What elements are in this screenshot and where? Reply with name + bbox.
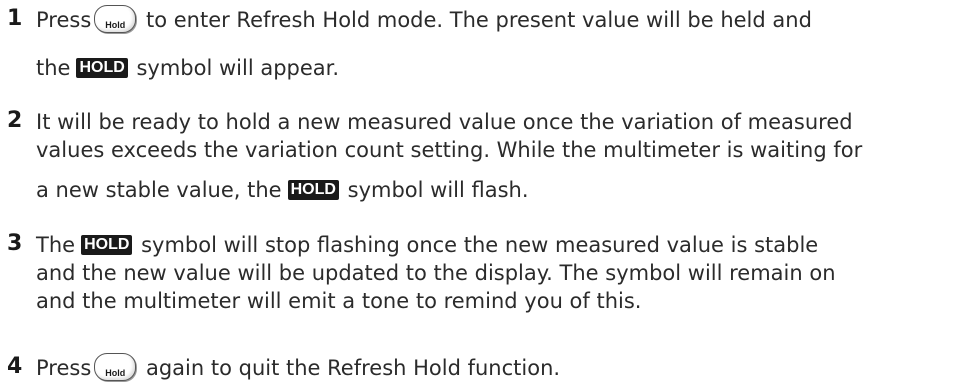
text-line: and the multimeter will emit a tone to r… [36, 289, 642, 313]
hold-symbol-icon: HOLD [287, 179, 339, 200]
hold-key-label: Hold [105, 368, 126, 378]
text-line: Press Hold again to quit the Refresh Hold… [36, 353, 947, 382]
step-text: Press Hold again to quit the Refresh Hold… [36, 353, 947, 382]
step-text: The HOLD symbol will stop flashing once t… [36, 231, 947, 315]
step-text: It will be ready to hold a new measured … [36, 108, 947, 204]
text-segment: Press [36, 356, 92, 380]
text-line: The HOLD symbol will stop flashing once t… [36, 231, 947, 259]
text-segment: again to quit the Refresh Hold function. [145, 356, 561, 380]
text-segment: Press [36, 8, 92, 32]
text-line: and the new value will be updated to the… [36, 261, 836, 285]
text-segment: The [36, 233, 76, 257]
step-number: 3 [7, 231, 23, 256]
text-line: the HOLD symbol will appear. [36, 54, 947, 82]
text-line: a new stable value, the HOLD symbol will … [36, 176, 947, 204]
hold-key-label: Hold [105, 20, 126, 30]
step-number: 2 [7, 108, 23, 133]
step-text: Press Hold to enter Refresh Hold mode. Th… [36, 5, 947, 82]
text-line: values exceeds the variation count setti… [36, 138, 863, 162]
text-segment: symbol will flash. [347, 178, 529, 202]
step-number: 4 [7, 354, 23, 379]
hold-key-icon: Hold [94, 353, 137, 381]
text-line: It will be ready to hold a new measured … [36, 110, 853, 134]
text-segment: a new stable value, the [36, 178, 282, 202]
text-segment: to enter Refresh Hold mode. The present … [145, 8, 812, 32]
step-number: 1 [7, 6, 23, 31]
hold-symbol-icon: HOLD [81, 234, 133, 255]
text-segment: symbol will appear. [136, 56, 340, 80]
hold-key-icon: Hold [94, 5, 137, 33]
text-segment: symbol will stop flashing once the new m… [141, 233, 819, 257]
text-segment: the [36, 56, 71, 80]
hold-symbol-icon: HOLD [76, 57, 128, 78]
text-line: Press Hold to enter Refresh Hold mode. Th… [36, 5, 947, 54]
